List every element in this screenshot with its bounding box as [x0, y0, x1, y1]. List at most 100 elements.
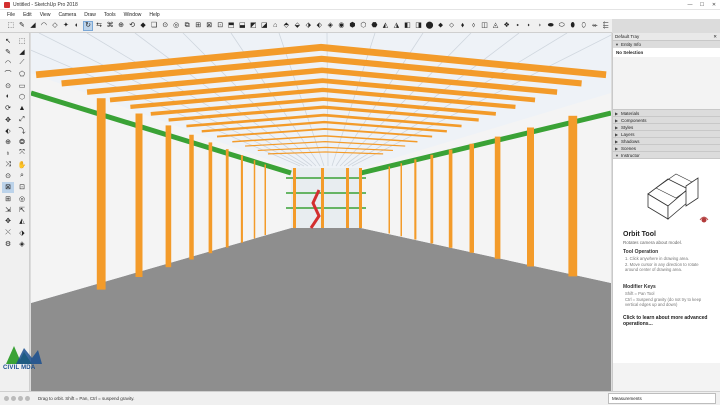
toolbar-tool-icon[interactable]: ❏	[149, 21, 159, 31]
menu-window[interactable]: Window	[120, 12, 146, 18]
tool-icon[interactable]: ⬚	[16, 35, 28, 46]
toolbar-tool-icon[interactable]: ◢	[28, 21, 38, 31]
toolbar-tool-icon[interactable]: ◫	[480, 21, 490, 31]
tool-icon[interactable]: ⤬	[2, 227, 14, 238]
tool-icon[interactable]: ⤨	[2, 159, 14, 170]
toolbar-tool-icon[interactable]: ✦	[61, 21, 71, 31]
toolbar-tool-icon[interactable]: ◉	[337, 21, 347, 31]
toolbar-tool-icon[interactable]: ⌘	[105, 21, 115, 31]
tool-icon[interactable]: ⌒	[2, 69, 14, 80]
panel-entity-info[interactable]: ▼ Entity Info	[613, 40, 720, 47]
toolbar-tool-icon[interactable]: ⬯	[579, 21, 589, 31]
tool-icon[interactable]: ⊡	[16, 182, 28, 193]
tool-icon[interactable]: ⊙	[2, 171, 14, 182]
menu-tools[interactable]: Tools	[100, 12, 120, 18]
toolbar-tool-icon[interactable]: ⬤	[425, 21, 435, 31]
toolbar-tool-icon[interactable]: ◇	[50, 21, 60, 31]
menu-camera[interactable]: Camera	[54, 12, 80, 18]
tool-icon[interactable]: ⬠	[16, 69, 28, 80]
toolbar-tool-icon[interactable]: ⇆	[94, 21, 104, 31]
toolbar-tool-icon[interactable]: ⬘	[281, 21, 291, 31]
toolbar-tool-icon[interactable]: ⬥	[436, 21, 446, 31]
tool-icon[interactable]: ⚙	[2, 238, 14, 249]
toolbar-tool-icon[interactable]: ◠	[39, 21, 49, 31]
tool-icon[interactable]: ✥	[2, 114, 14, 125]
tool-icon[interactable]: ⇱	[16, 204, 28, 215]
tray-panel-materials[interactable]: ▶ Materials	[613, 109, 720, 116]
toolbar-tool-icon[interactable]: ⧉	[182, 21, 192, 31]
tool-icon[interactable]: ◢	[16, 46, 28, 57]
menu-help[interactable]: Help	[145, 12, 163, 18]
toolbar-tool-icon[interactable]: ⬙	[292, 21, 302, 31]
tool-icon[interactable]: ▭	[16, 80, 28, 91]
toolbar-tool-icon[interactable]: ⬗	[303, 21, 313, 31]
tool-icon[interactable]: ◎	[16, 193, 28, 204]
menu-edit[interactable]: Edit	[19, 12, 36, 18]
tray-panel-shadows[interactable]: ▶ Shadows	[613, 137, 720, 144]
toolbar-tool-icon[interactable]: ⬭	[557, 21, 567, 31]
close-icon[interactable]: ✕	[708, 0, 720, 10]
toolbar-tool-icon[interactable]: ⬨	[469, 21, 479, 31]
panel-instructor[interactable]: ▼ Instructor	[613, 151, 720, 158]
toolbar-tool-icon[interactable]: ⬬	[546, 21, 556, 31]
tool-icon[interactable]: ⌕	[16, 171, 28, 182]
toolbar-tool-icon[interactable]: ⬫	[535, 21, 545, 31]
toolbar-tool-icon[interactable]: ⟲	[127, 21, 137, 31]
toolbar-tool-icon[interactable]: ⬖	[315, 21, 325, 31]
toolbar-tool-icon[interactable]: ⬓	[237, 21, 247, 31]
toolbar-tool-icon[interactable]: ⬦	[447, 21, 457, 31]
toolbar-tool-icon[interactable]: ⊕	[116, 21, 126, 31]
tray-close-icon[interactable]: ✕	[713, 34, 717, 40]
toolbar-tool-icon[interactable]: ◩	[248, 21, 258, 31]
toolbar-tool-icon[interactable]: ❖	[502, 21, 512, 31]
tool-icon[interactable]: ✎	[2, 46, 14, 57]
toolbar-tool-icon[interactable]: ⊡	[215, 21, 225, 31]
toolbar-tool-icon[interactable]: ◎	[171, 21, 181, 31]
tool-icon[interactable]: ⊙	[2, 80, 14, 91]
toolbar-tool-icon[interactable]: ◧	[403, 21, 413, 31]
tool-icon[interactable]: ◐	[2, 91, 14, 102]
menu-view[interactable]: View	[36, 12, 55, 18]
tool-icon[interactable]: ⟋	[16, 58, 28, 69]
maximize-icon[interactable]: ☐	[696, 0, 708, 10]
toolbar-tool-icon[interactable]: ⬒	[226, 21, 236, 31]
help-icon[interactable]	[25, 396, 30, 401]
toolbar-tool-icon[interactable]: ⊠	[204, 21, 214, 31]
tool-icon[interactable]: ⇲	[2, 204, 14, 215]
toolbar-tool-icon[interactable]: ⬰	[590, 21, 600, 31]
tool-icon[interactable]: ⬗	[16, 227, 28, 238]
toolbar-tool-icon[interactable]: ◬	[491, 21, 501, 31]
menu-file[interactable]: File	[3, 12, 19, 18]
toolbar-tool-icon[interactable]: ↻	[83, 20, 93, 31]
tray-panel-scenes[interactable]: ▶ Scenes	[613, 144, 720, 151]
toolbar-tool-icon[interactable]: ⬮	[568, 21, 578, 31]
tool-icon[interactable]: ◠	[2, 58, 14, 69]
tool-icon[interactable]: ◈	[16, 238, 28, 249]
tool-icon[interactable]: ◭	[16, 216, 28, 227]
measurements-box[interactable]: Measurements	[608, 393, 716, 404]
toolbar-tool-icon[interactable]: ⌂	[270, 21, 280, 31]
toolbar-tool-icon[interactable]: ◆	[138, 21, 148, 31]
tool-icon[interactable]: ⊠	[2, 181, 14, 193]
toolbar-tool-icon[interactable]: ⬣	[370, 21, 380, 31]
toolbar-tool-icon[interactable]: ⬱	[601, 21, 611, 31]
tool-icon[interactable]: ⬡	[16, 91, 28, 102]
toolbar-tool-icon[interactable]: ◈	[326, 21, 336, 31]
tool-icon[interactable]: ⟳	[2, 103, 14, 114]
toolbar-tool-icon[interactable]: ◨	[414, 21, 424, 31]
tool-icon[interactable]: ❂	[16, 137, 28, 148]
toolbar-tool-icon[interactable]: ⊞	[193, 21, 203, 31]
menu-draw[interactable]: Draw	[80, 12, 100, 18]
toolbar-tool-icon[interactable]: ⬪	[524, 21, 534, 31]
toolbar-tool-icon[interactable]: ◪	[259, 21, 269, 31]
drawing-area[interactable]	[31, 33, 611, 391]
tray-panel-styles[interactable]: ▶ Styles	[613, 123, 720, 130]
toolbar-tool-icon[interactable]: ◭	[381, 21, 391, 31]
tool-icon[interactable]: ♁	[2, 148, 14, 159]
toolbar-tool-icon[interactable]: ◮	[392, 21, 402, 31]
toolbar-tool-icon[interactable]: ⊙	[160, 21, 170, 31]
learn-more-link[interactable]: Click to learn about more advanced opera…	[623, 315, 713, 327]
tool-icon[interactable]: ⤧	[16, 148, 28, 159]
tool-icon[interactable]: ↖	[2, 35, 14, 46]
toolbar-tool-icon[interactable]: ✎	[17, 21, 27, 31]
